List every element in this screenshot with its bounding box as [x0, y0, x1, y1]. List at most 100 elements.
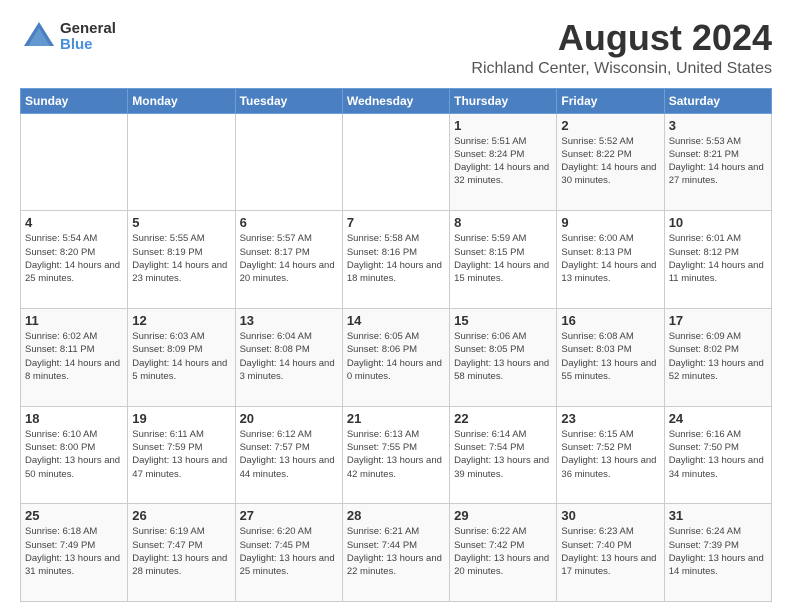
week-row-3: 11Sunrise: 6:02 AM Sunset: 8:11 PM Dayli…: [21, 308, 772, 406]
week-row-4: 18Sunrise: 6:10 AM Sunset: 8:00 PM Dayli…: [21, 406, 772, 504]
calendar-cell: 26 Sunrise: 6:19 AM Sunset: 7:47 PM Dayli…: [128, 504, 235, 602]
main-title: August 2024: [471, 18, 772, 58]
cell-day-number: 21: [347, 411, 445, 426]
calendar-cell: 18Sunrise: 6:10 AM Sunset: 8:00 PM Dayli…: [21, 406, 128, 504]
cell-sun-info: Sunrise: 6:16 AM Sunset: 7:50 PM Dayligh…: [669, 428, 767, 481]
col-wednesday: Wednesday: [342, 88, 449, 113]
cell-sun-info: Sunrise: 6:08 AM Sunset: 8:03 PM Dayligh…: [561, 330, 659, 383]
calendar-cell: 8 Sunrise: 5:59 AM Sunset: 8:15 PM Daylig…: [450, 211, 557, 309]
cell-sun-info: Sunrise: 5:52 AM Sunset: 8:22 PM Dayligh…: [561, 135, 659, 188]
calendar-body: 1 Sunrise: 5:51 AM Sunset: 8:24 PM Daylig…: [21, 113, 772, 601]
cell-day-number: 16: [561, 313, 659, 328]
calendar-cell: 28Sunrise: 6:21 AM Sunset: 7:44 PM Dayli…: [342, 504, 449, 602]
cell-day-number: 31: [669, 508, 767, 523]
cell-sun-info: Sunrise: 6:22 AM Sunset: 7:42 PM Dayligh…: [454, 525, 552, 578]
cell-day-number: 1: [454, 118, 552, 133]
cell-sun-info: Sunrise: 5:58 AM Sunset: 8:16 PM Dayligh…: [347, 232, 445, 285]
cell-day-number: 10: [669, 215, 767, 230]
cell-day-number: 6: [240, 215, 338, 230]
logo: General Blue: [20, 18, 116, 56]
calendar-cell: 6Sunrise: 5:57 AM Sunset: 8:17 PM Daylig…: [235, 211, 342, 309]
calendar-cell: 17 Sunrise: 6:09 AM Sunset: 8:02 PM Dayli…: [664, 308, 771, 406]
logo-blue-label: Blue: [60, 37, 116, 54]
cell-day-number: 11: [25, 313, 123, 328]
calendar-cell: 3 Sunrise: 5:53 AM Sunset: 8:21 PM Daylig…: [664, 113, 771, 211]
cell-day-number: 27: [240, 508, 338, 523]
calendar-cell: 21 Sunrise: 6:13 AM Sunset: 7:55 PM Dayli…: [342, 406, 449, 504]
cell-day-number: 17: [669, 313, 767, 328]
cell-sun-info: Sunrise: 5:53 AM Sunset: 8:21 PM Dayligh…: [669, 135, 767, 188]
cell-day-number: 12: [132, 313, 230, 328]
logo-general-label: General: [60, 21, 116, 38]
cell-sun-info: Sunrise: 5:59 AM Sunset: 8:15 PM Dayligh…: [454, 232, 552, 285]
cell-day-number: 13: [240, 313, 338, 328]
cell-day-number: 19: [132, 411, 230, 426]
cell-sun-info: Sunrise: 6:09 AM Sunset: 8:02 PM Dayligh…: [669, 330, 767, 383]
cell-sun-info: Sunrise: 6:14 AM Sunset: 7:54 PM Dayligh…: [454, 428, 552, 481]
cell-sun-info: Sunrise: 6:11 AM Sunset: 7:59 PM Dayligh…: [132, 428, 230, 481]
cell-day-number: 4: [25, 215, 123, 230]
header-row: Sunday Monday Tuesday Wednesday Thursday…: [21, 88, 772, 113]
cell-day-number: 18: [25, 411, 123, 426]
page: General Blue August 2024 Richland Center…: [0, 0, 792, 612]
calendar-cell: [235, 113, 342, 211]
calendar-cell: 9Sunrise: 6:00 AM Sunset: 8:13 PM Daylig…: [557, 211, 664, 309]
col-tuesday: Tuesday: [235, 88, 342, 113]
cell-sun-info: Sunrise: 6:18 AM Sunset: 7:49 PM Dayligh…: [25, 525, 123, 578]
cell-sun-info: Sunrise: 6:12 AM Sunset: 7:57 PM Dayligh…: [240, 428, 338, 481]
calendar-cell: 27Sunrise: 6:20 AM Sunset: 7:45 PM Dayli…: [235, 504, 342, 602]
cell-day-number: 3: [669, 118, 767, 133]
calendar-header: Sunday Monday Tuesday Wednesday Thursday…: [21, 88, 772, 113]
cell-sun-info: Sunrise: 5:51 AM Sunset: 8:24 PM Dayligh…: [454, 135, 552, 188]
week-row-5: 25 Sunrise: 6:18 AM Sunset: 7:49 PM Dayli…: [21, 504, 772, 602]
calendar-cell: 15 Sunrise: 6:06 AM Sunset: 8:05 PM Dayli…: [450, 308, 557, 406]
cell-sun-info: Sunrise: 6:01 AM Sunset: 8:12 PM Dayligh…: [669, 232, 767, 285]
calendar-table: Sunday Monday Tuesday Wednesday Thursday…: [20, 88, 772, 602]
cell-day-number: 26: [132, 508, 230, 523]
calendar-cell: 12 Sunrise: 6:03 AM Sunset: 8:09 PM Dayli…: [128, 308, 235, 406]
calendar-cell: 29 Sunrise: 6:22 AM Sunset: 7:42 PM Dayli…: [450, 504, 557, 602]
calendar-cell: 30Sunrise: 6:23 AM Sunset: 7:40 PM Dayli…: [557, 504, 664, 602]
calendar-cell: 31Sunrise: 6:24 AM Sunset: 7:39 PM Dayli…: [664, 504, 771, 602]
cell-day-number: 29: [454, 508, 552, 523]
calendar-cell: 16 Sunrise: 6:08 AM Sunset: 8:03 PM Dayli…: [557, 308, 664, 406]
col-monday: Monday: [128, 88, 235, 113]
calendar-cell: 22 Sunrise: 6:14 AM Sunset: 7:54 PM Dayli…: [450, 406, 557, 504]
cell-sun-info: Sunrise: 6:06 AM Sunset: 8:05 PM Dayligh…: [454, 330, 552, 383]
cell-sun-info: Sunrise: 6:04 AM Sunset: 8:08 PM Dayligh…: [240, 330, 338, 383]
cell-day-number: 7: [347, 215, 445, 230]
cell-sun-info: Sunrise: 6:15 AM Sunset: 7:52 PM Dayligh…: [561, 428, 659, 481]
cell-day-number: 5: [132, 215, 230, 230]
cell-day-number: 23: [561, 411, 659, 426]
cell-day-number: 24: [669, 411, 767, 426]
calendar-cell: 20Sunrise: 6:12 AM Sunset: 7:57 PM Dayli…: [235, 406, 342, 504]
col-saturday: Saturday: [664, 88, 771, 113]
cell-day-number: 15: [454, 313, 552, 328]
calendar-cell: 13 Sunrise: 6:04 AM Sunset: 8:08 PM Dayli…: [235, 308, 342, 406]
calendar-cell: 25 Sunrise: 6:18 AM Sunset: 7:49 PM Dayli…: [21, 504, 128, 602]
title-block: August 2024 Richland Center, Wisconsin, …: [471, 18, 772, 78]
calendar-cell: [342, 113, 449, 211]
calendar-cell: 1 Sunrise: 5:51 AM Sunset: 8:24 PM Daylig…: [450, 113, 557, 211]
calendar-cell: [128, 113, 235, 211]
cell-sun-info: Sunrise: 6:03 AM Sunset: 8:09 PM Dayligh…: [132, 330, 230, 383]
week-row-2: 4 Sunrise: 5:54 AM Sunset: 8:20 PM Daylig…: [21, 211, 772, 309]
cell-day-number: 25: [25, 508, 123, 523]
week-row-1: 1 Sunrise: 5:51 AM Sunset: 8:24 PM Daylig…: [21, 113, 772, 211]
cell-day-number: 9: [561, 215, 659, 230]
cell-day-number: 14: [347, 313, 445, 328]
calendar-cell: 4 Sunrise: 5:54 AM Sunset: 8:20 PM Daylig…: [21, 211, 128, 309]
cell-sun-info: Sunrise: 6:19 AM Sunset: 7:47 PM Dayligh…: [132, 525, 230, 578]
cell-day-number: 8: [454, 215, 552, 230]
calendar-cell: 19 Sunrise: 6:11 AM Sunset: 7:59 PM Dayli…: [128, 406, 235, 504]
cell-sun-info: Sunrise: 5:54 AM Sunset: 8:20 PM Dayligh…: [25, 232, 123, 285]
calendar-cell: [21, 113, 128, 211]
calendar-cell: 10 Sunrise: 6:01 AM Sunset: 8:12 PM Dayli…: [664, 211, 771, 309]
cell-day-number: 22: [454, 411, 552, 426]
cell-sun-info: Sunrise: 6:13 AM Sunset: 7:55 PM Dayligh…: [347, 428, 445, 481]
cell-sun-info: Sunrise: 6:05 AM Sunset: 8:06 PM Dayligh…: [347, 330, 445, 383]
cell-sun-info: Sunrise: 6:21 AM Sunset: 7:44 PM Dayligh…: [347, 525, 445, 578]
calendar-cell: 14 Sunrise: 6:05 AM Sunset: 8:06 PM Dayli…: [342, 308, 449, 406]
cell-sun-info: Sunrise: 6:23 AM Sunset: 7:40 PM Dayligh…: [561, 525, 659, 578]
cell-day-number: 2: [561, 118, 659, 133]
